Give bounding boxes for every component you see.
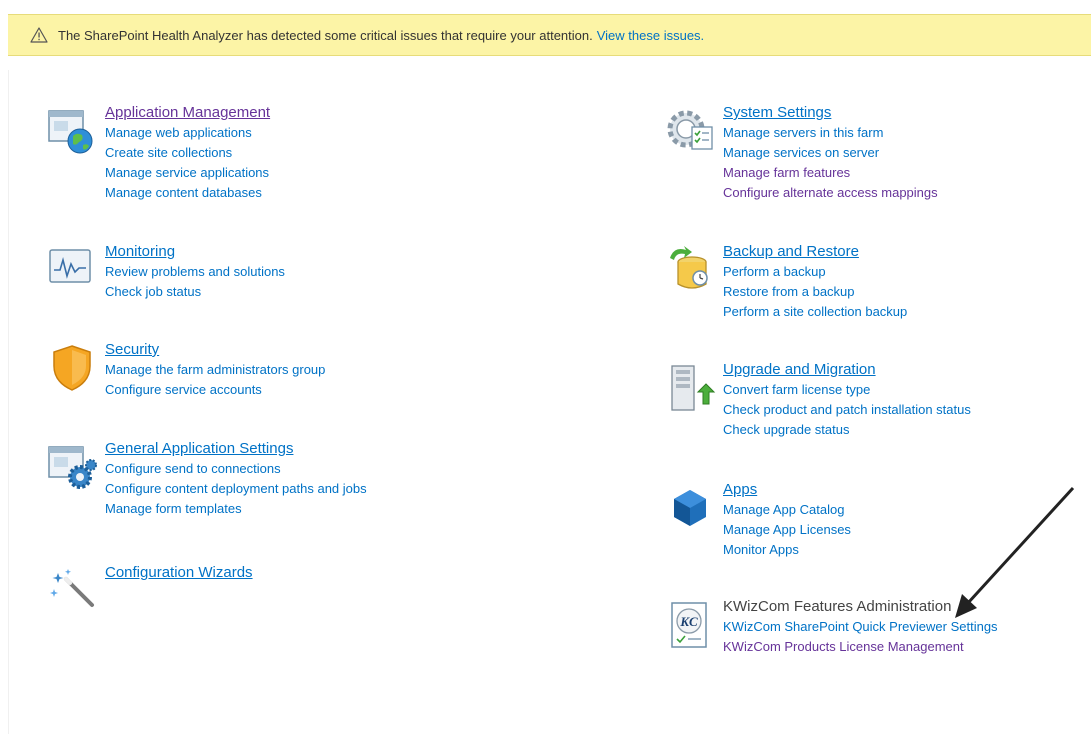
backup-database-icon [670, 246, 708, 289]
backup-and-restore-heading[interactable]: Backup and Restore [723, 242, 907, 262]
configure-send-to-connections-link[interactable]: Configure send to connections [105, 459, 367, 479]
check-job-status-link[interactable]: Check job status [105, 282, 285, 302]
security-shield-icon [53, 345, 91, 391]
kwizcom-quick-previewer-settings-link[interactable]: KWizCom SharePoint Quick Previewer Setti… [723, 617, 998, 637]
svg-text:KC: KC [679, 614, 698, 629]
manage-form-templates-link[interactable]: Manage form templates [105, 499, 367, 519]
check-patch-status-link[interactable]: Check product and patch installation sta… [723, 400, 971, 420]
manage-app-catalog-link[interactable]: Manage App Catalog [723, 500, 851, 520]
general-application-settings-heading[interactable]: General Application Settings [105, 439, 367, 459]
health-analyzer-alert: The SharePoint Health Analyzer has detec… [8, 14, 1091, 56]
security-heading[interactable]: Security [105, 340, 325, 360]
upgrade-server-icon [671, 365, 716, 411]
warning-triangle-icon [30, 27, 48, 43]
kwizcom-heading: KWizCom Features Administration [723, 598, 952, 615]
configure-content-deployment-link[interactable]: Configure content deployment paths and j… [105, 479, 367, 499]
application-globe-icon [48, 110, 93, 154]
general-settings-gear-icon [48, 446, 97, 489]
kwizcom-logo-icon: KC [671, 602, 707, 648]
manage-service-applications-link[interactable]: Manage service applications [105, 163, 270, 183]
manage-servers-link[interactable]: Manage servers in this farm [723, 123, 938, 143]
manage-content-databases-link[interactable]: Manage content databases [105, 183, 270, 203]
perform-backup-link[interactable]: Perform a backup [723, 262, 907, 282]
configure-service-accounts-link[interactable]: Configure service accounts [105, 380, 325, 400]
restore-from-backup-link[interactable]: Restore from a backup [723, 282, 907, 302]
configure-alternate-access-mappings-link[interactable]: Configure alternate access mappings [723, 183, 938, 203]
monitoring-heading[interactable]: Monitoring [105, 242, 285, 262]
create-site-collections-link[interactable]: Create site collections [105, 143, 270, 163]
monitor-apps-link[interactable]: Monitor Apps [723, 540, 851, 560]
view-issues-link[interactable]: View these issues. [597, 28, 704, 43]
manage-app-licenses-link[interactable]: Manage App Licenses [723, 520, 851, 540]
manage-farm-administrators-link[interactable]: Manage the farm administrators group [105, 360, 325, 380]
configuration-wizards-heading[interactable]: Configuration Wizards [105, 563, 253, 583]
apps-cube-icon [674, 490, 706, 526]
check-upgrade-status-link[interactable]: Check upgrade status [723, 420, 971, 440]
left-divider [8, 70, 9, 734]
manage-web-applications-link[interactable]: Manage web applications [105, 123, 270, 143]
kwizcom-license-management-link[interactable]: KWizCom Products License Management [723, 637, 998, 657]
convert-farm-license-link[interactable]: Convert farm license type [723, 380, 971, 400]
system-settings-gear-icon [667, 110, 713, 150]
system-settings-heading[interactable]: System Settings [723, 103, 938, 123]
perform-site-collection-backup-link[interactable]: Perform a site collection backup [723, 302, 907, 322]
magic-wand-icon [50, 569, 94, 607]
review-problems-link[interactable]: Review problems and solutions [105, 262, 285, 282]
apps-heading[interactable]: Apps [723, 480, 851, 500]
manage-services-link[interactable]: Manage services on server [723, 143, 938, 163]
upgrade-and-migration-heading[interactable]: Upgrade and Migration [723, 360, 971, 380]
alert-message: The SharePoint Health Analyzer has detec… [58, 27, 593, 43]
application-management-heading[interactable]: Application Management [105, 103, 270, 123]
manage-farm-features-link[interactable]: Manage farm features [723, 163, 938, 183]
monitoring-chart-icon [49, 249, 91, 283]
